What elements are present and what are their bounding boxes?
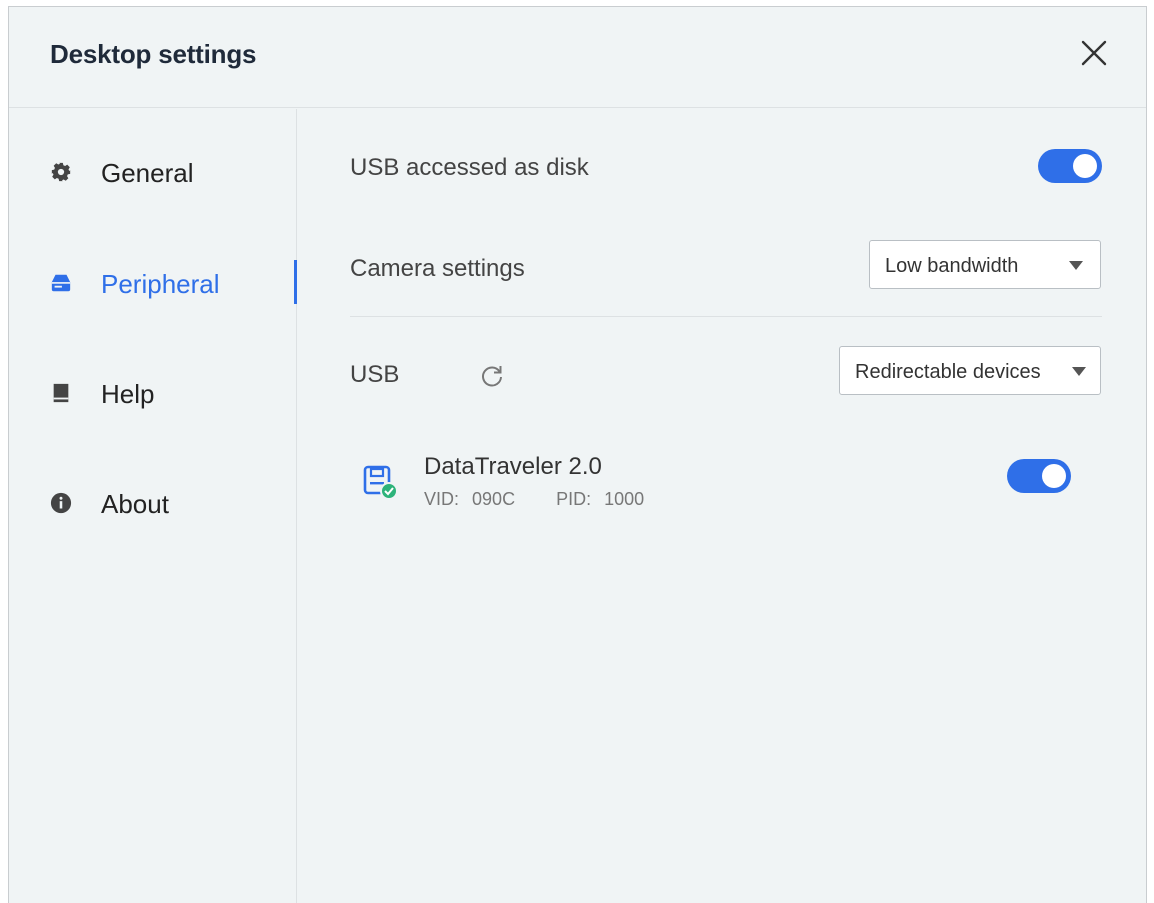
divider	[350, 316, 1102, 317]
gear-icon	[51, 162, 71, 182]
vid-value: 090C	[472, 489, 516, 509]
toggle-knob	[1073, 154, 1097, 178]
window-title: Desktop settings	[50, 39, 257, 69]
select-value: Redirectable devices	[855, 361, 1041, 383]
sidebar-item-label: Help	[101, 379, 155, 409]
device-ids: VID: 090C PID: 1000	[424, 489, 644, 510]
close-button[interactable]	[1078, 37, 1110, 69]
sidebar-item-about[interactable]: About	[9, 473, 297, 533]
sidebar-item-general[interactable]: General	[9, 142, 297, 202]
sidebar-item-label: Peripheral	[101, 269, 220, 299]
usb-disk-label: USB accessed as disk	[350, 154, 589, 181]
chevron-down-icon	[1069, 261, 1083, 270]
pid-value: 1000	[604, 489, 645, 509]
sidebar-item-label: About	[101, 489, 169, 519]
pid-label: PID:	[556, 489, 592, 509]
sidebar: General Peripheral Help About	[9, 109, 297, 903]
sidebar-item-label: General	[101, 158, 194, 188]
close-icon	[1081, 40, 1107, 66]
device-redirect-toggle[interactable]	[1007, 459, 1071, 493]
device-name: DataTraveler 2.0	[424, 453, 602, 480]
camera-settings-label: Camera settings	[350, 255, 525, 282]
peripheral-panel: USB accessed as disk Camera settings Low…	[298, 109, 1146, 903]
settings-window: Desktop settings General Peripheral Help…	[8, 6, 1147, 903]
book-icon	[53, 383, 69, 403]
window-header: Desktop settings	[9, 7, 1146, 108]
refresh-button[interactable]	[478, 362, 506, 390]
camera-settings-select[interactable]: Low bandwidth	[869, 240, 1101, 289]
toggle-knob	[1042, 464, 1066, 488]
chevron-down-icon	[1072, 367, 1086, 376]
select-value: Low bandwidth	[885, 255, 1019, 277]
sidebar-item-peripheral[interactable]: Peripheral	[9, 253, 297, 313]
sidebar-item-help[interactable]: Help	[9, 363, 297, 423]
refresh-icon	[482, 366, 502, 387]
active-indicator	[294, 260, 297, 304]
info-icon	[50, 492, 72, 514]
peripheral-icon	[51, 274, 71, 292]
usb-filter-select[interactable]: Redirectable devices	[839, 346, 1101, 395]
usb-label: USB	[350, 361, 400, 388]
usb-drive-icon	[363, 465, 398, 500]
usb-disk-toggle[interactable]	[1038, 149, 1102, 183]
vid-label: VID:	[424, 489, 460, 509]
